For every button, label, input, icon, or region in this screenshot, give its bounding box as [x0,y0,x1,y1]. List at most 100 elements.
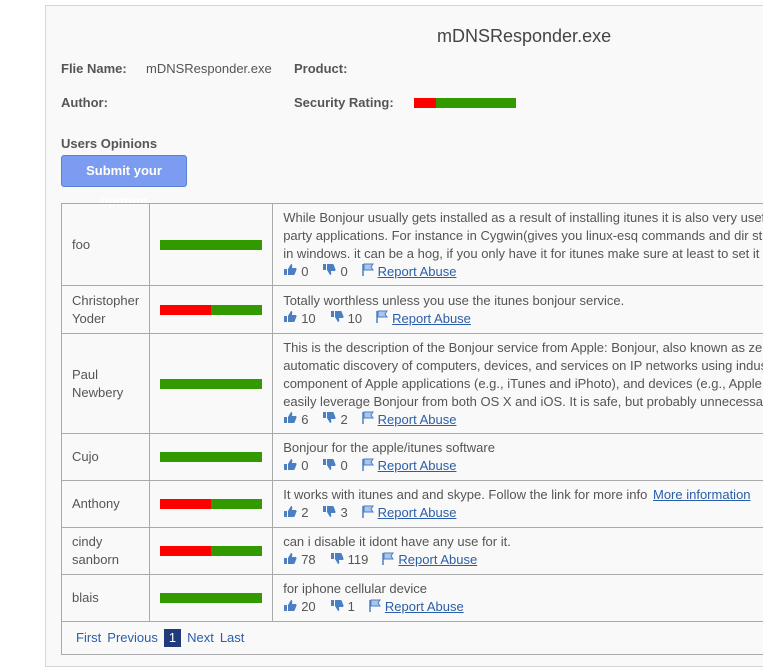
table-row: Paul Newbery This is the description of t… [60,333,763,434]
flag-icon [361,263,374,281]
downvote-count: 2 [340,411,348,427]
rating-good-segment [160,378,263,389]
vote-actions: 0 0 Report Abuse [283,263,763,281]
author-label: Author: [61,95,108,110]
thumbs-down-icon[interactable] [322,458,337,476]
vote-actions: 10 10 Report Abuse [283,310,763,328]
commenter-name: cindy sanborn [60,527,151,575]
rating-bad-segment [160,304,212,315]
comment-cell: Totally worthless unless you use the itu… [272,285,763,334]
thumbs-up-icon[interactable] [283,599,297,617]
more-information-link[interactable]: More information [653,487,751,502]
report-abuse-link[interactable]: Report Abuse [378,505,457,520]
security-rating-label: Security Rating: [294,95,394,110]
product-label: Product: [294,61,348,76]
flag-icon [361,505,374,523]
flag-icon [376,310,389,328]
rating-cell [149,285,274,334]
pager-last-link[interactable]: Last [220,630,245,645]
report-abuse-link[interactable]: Report Abuse [392,311,471,326]
vote-actions: 20 1 Report Abuse [283,598,763,616]
commenter-name: blais [60,574,151,622]
commenter-name: Anthony [60,480,151,528]
thumbs-up-icon[interactable] [283,505,297,523]
report-abuse-link[interactable]: Report Abuse [385,599,464,614]
table-row: Christopher Yoder Totally worthless unles… [60,285,763,334]
downvote-count: 0 [340,263,348,279]
comment-text-line: component of Apple applications (e.g., i… [283,375,763,391]
thumbs-up-icon[interactable] [283,263,297,281]
vote-actions: 0 0 Report Abuse [283,457,763,475]
rating-cell [149,203,274,286]
comment-text-line: While Bonjour usually gets installed as … [283,209,763,225]
rating-bar [160,593,263,603]
upvote-count: 78 [301,552,316,567]
upvote-count: 20 [301,599,316,614]
thumbs-down-icon[interactable] [322,263,337,281]
report-abuse-link[interactable]: Report Abuse [398,552,477,567]
thumbs-down-icon[interactable] [322,505,337,523]
comment-cell: can i disable it idont have any use for … [272,527,763,575]
rating-cell [149,574,274,622]
thumbs-up-icon[interactable] [283,552,297,570]
report-abuse-link[interactable]: Report Abuse [378,264,457,279]
rating-good-segment [160,593,263,603]
rating-good-segment [160,239,263,250]
users-opinions-heading: Users Opinions [61,136,158,151]
comment-text-line: It works with itunes and and skype. Foll… [283,486,763,504]
thumbs-up-icon[interactable] [283,310,297,328]
thumbs-down-icon[interactable] [322,411,337,429]
rating-cell [149,527,274,575]
comment-cell: Bonjour for the apple/itunes software 0 0 R… [272,433,763,481]
rating-bar [160,499,263,509]
report-abuse-link[interactable]: Report Abuse [378,458,457,473]
commenter-name: foo [60,203,151,286]
upvote-count: 2 [301,505,309,520]
rating-good-segment [211,304,263,315]
rating-good-segment [160,452,263,462]
table-row: Cujo Bonjour for the apple/itunes softwar… [60,433,763,481]
commenter-name: Paul Newbery [60,333,151,434]
commenter-name: Cujo [60,433,151,481]
thumbs-up-icon[interactable] [283,411,297,429]
downvote-count: 119 [347,552,369,567]
security-rating-good [436,98,516,108]
vote-actions: 2 3 Report Abuse [283,504,763,522]
rating-bar [160,304,263,315]
comment-text-line: Totally worthless unless you use the itu… [283,292,625,308]
comment-text-line: can i disable it idont have any use for … [283,534,511,549]
report-abuse-link[interactable]: Report Abuse [378,412,457,427]
table-row: cindy sanborn can i disable it idont have… [60,527,763,575]
commenter-name: Christopher Yoder [60,285,151,334]
thumbs-down-icon[interactable] [330,310,344,328]
comment-text: It works with itunes and and skype. Foll… [283,487,651,502]
rating-cell [149,480,274,528]
pager-next-link[interactable]: Next [187,630,214,645]
comment-cell: This is the description of the Bonjour s… [272,333,763,434]
opinions-table: foo While Bonjour usually gets installed … [60,203,763,655]
submit-opinion-button[interactable]: Submit your opinion [61,155,187,208]
pager-first-link[interactable]: First [76,630,101,645]
rating-bar [160,239,263,250]
flag-icon [361,458,374,476]
pager-previous-link[interactable]: Previous [107,630,158,645]
thumbs-down-icon[interactable] [330,552,344,570]
comment-text-line: automatic discovery of computers, device… [283,357,763,373]
file-name-value: mDNSResponder.exe [146,61,272,76]
pager-current-page[interactable]: 1 [163,629,182,647]
flag-icon [369,599,381,617]
comment-cell: While Bonjour usually gets installed as … [272,203,763,286]
downvote-count: 3 [340,505,348,520]
rating-good-segment [211,499,263,509]
rating-good-segment [211,546,263,556]
rating-bad-segment [160,546,212,556]
thumbs-down-icon[interactable] [330,599,344,617]
table-row: blais for iphone cellular device 20 1 Report… [60,574,763,622]
comment-cell: It works with itunes and and skype. Foll… [272,480,763,528]
rating-bad-segment [160,499,212,509]
upvote-count: 0 [301,458,309,473]
upvote-count: 10 [301,310,316,326]
file-info-panel: mDNSResponder.exe Flie Name: mDNSRespond… [45,5,763,667]
thumbs-up-icon[interactable] [283,458,297,476]
upvote-count: 0 [301,263,309,279]
